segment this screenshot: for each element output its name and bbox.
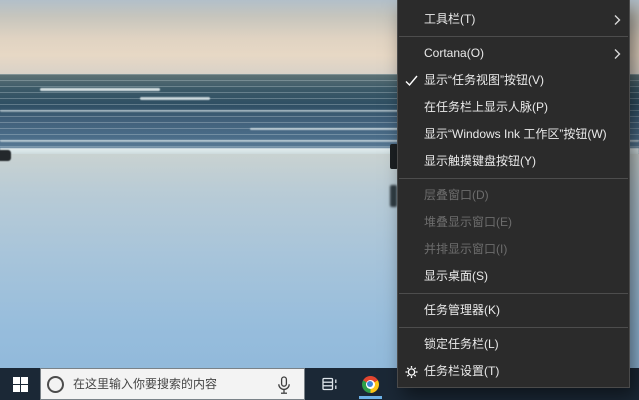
menu-separator: [399, 293, 628, 294]
menu-item-label: 层叠窗口(D): [424, 188, 489, 202]
menu-separator: [399, 327, 628, 328]
rock-silhouette: [0, 150, 11, 161]
search-input[interactable]: 在这里输入你要搜索的内容: [40, 368, 305, 400]
menu-item-show-windows-ink[interactable]: 显示“Windows Ink 工作区”按钮(W): [398, 121, 629, 148]
submenu-arrow-icon: [614, 14, 621, 26]
person-reflection: [390, 185, 397, 207]
menu-item-label: 并排显示窗口(I): [424, 242, 507, 256]
wave-crest: [0, 110, 400, 112]
menu-item-task-manager[interactable]: 任务管理器(K): [398, 297, 629, 324]
menu-item-label: 显示触摸键盘按钮(Y): [424, 154, 536, 168]
checkmark-icon: [405, 74, 418, 87]
submenu-arrow-icon: [614, 48, 621, 60]
menu-item-label: 显示“任务视图”按钮(V): [424, 73, 544, 87]
desktop-screen: 工具栏(T) Cortana(O) 显示“任务视图”按钮(V) 在任务栏上显示人…: [0, 0, 639, 400]
chrome-taskbar-button[interactable]: [350, 368, 390, 400]
menu-item-label: 任务栏设置(T): [424, 364, 499, 378]
menu-item-label: 在任务栏上显示人脉(P): [424, 100, 548, 114]
task-view-button[interactable]: [310, 368, 350, 400]
start-button[interactable]: [0, 368, 40, 400]
menu-item-label: 显示“Windows Ink 工作区”按钮(W): [424, 127, 607, 141]
menu-item-label: 堆叠显示窗口(E): [424, 215, 512, 229]
menu-item-taskbar-settings[interactable]: 任务栏设置(T): [398, 358, 629, 385]
menu-item-label: 工具栏(T): [424, 12, 475, 26]
menu-item-show-desktop[interactable]: 显示桌面(S): [398, 263, 629, 290]
menu-item-label: Cortana(O): [424, 46, 484, 60]
running-app-underline: [359, 396, 382, 399]
menu-item-cortana[interactable]: Cortana(O): [398, 40, 629, 67]
menu-item-toolbars[interactable]: 工具栏(T): [398, 6, 629, 33]
menu-separator: [399, 178, 628, 179]
taskbar-context-menu: 工具栏(T) Cortana(O) 显示“任务视图”按钮(V) 在任务栏上显示人…: [397, 0, 630, 388]
menu-item-show-windows-stacked: 堆叠显示窗口(E): [398, 209, 629, 236]
menu-item-show-windows-side-by-side: 并排显示窗口(I): [398, 236, 629, 263]
menu-item-show-touch-keyboard[interactable]: 显示触摸键盘按钮(Y): [398, 148, 629, 175]
menu-item-lock-taskbar[interactable]: 锁定任务栏(L): [398, 331, 629, 358]
menu-item-show-task-view-button[interactable]: 显示“任务视图”按钮(V): [398, 67, 629, 94]
menu-separator: [399, 36, 628, 37]
menu-item-label: 锁定任务栏(L): [424, 337, 499, 351]
gear-icon: [405, 365, 418, 378]
menu-item-cascade-windows: 层叠窗口(D): [398, 182, 629, 209]
wave-crest: [250, 128, 400, 130]
wave-crest: [40, 88, 160, 91]
wave-crest: [140, 97, 210, 100]
chrome-icon: [362, 376, 379, 393]
microphone-icon[interactable]: [277, 376, 291, 395]
menu-item-label: 显示桌面(S): [424, 269, 488, 283]
menu-item-show-people[interactable]: 在任务栏上显示人脉(P): [398, 94, 629, 121]
search-placeholder: 在这里输入你要搜索的内容: [73, 369, 217, 400]
windows-logo-icon: [13, 377, 28, 392]
menu-item-label: 任务管理器(K): [424, 303, 500, 317]
task-view-icon: [321, 376, 339, 392]
cortana-circle-icon: [47, 376, 64, 393]
